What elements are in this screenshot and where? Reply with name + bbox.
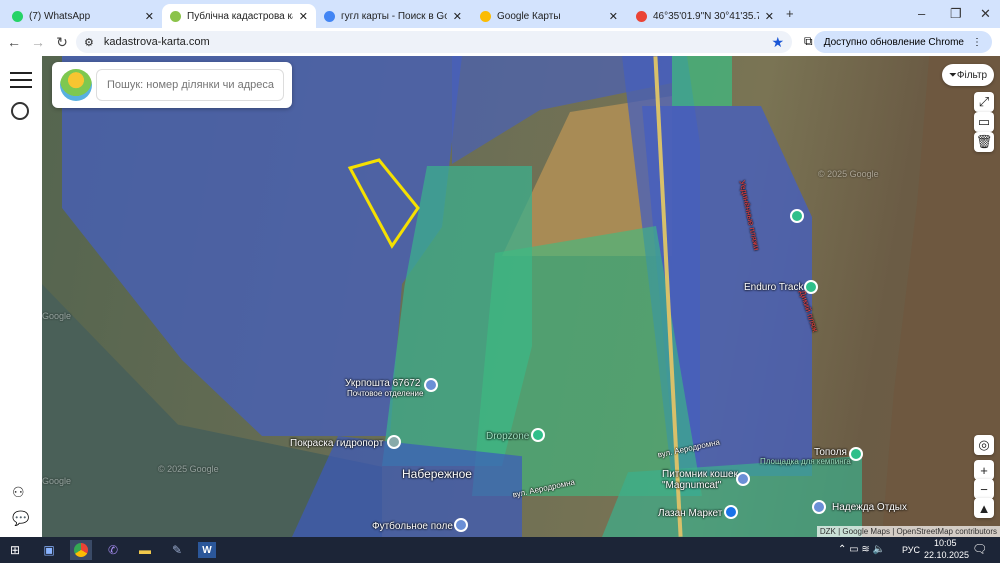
whatsapp-icon xyxy=(12,10,23,22)
map-label: Почтовое отделение xyxy=(347,389,424,398)
map-label: Dropzone xyxy=(486,431,530,442)
poi-pin[interactable] xyxy=(387,435,401,449)
close-tab-icon[interactable]: ✕ xyxy=(299,10,308,23)
tab-coordinates[interactable]: 46°35'01.9"N 30°41'35.7"E – Go✕ xyxy=(628,4,782,28)
new-tab-button[interactable]: + xyxy=(786,6,794,21)
search-panel xyxy=(52,62,292,108)
map-label: Площадка для кемпинга xyxy=(760,457,851,466)
feedback-icon[interactable]: 💬 xyxy=(12,510,29,527)
watermark: Google xyxy=(42,311,72,321)
tab-google-maps[interactable]: Google Карты ✕ xyxy=(472,4,626,28)
poi-pin[interactable] xyxy=(790,209,804,223)
notifications-icon[interactable]: 🗨 xyxy=(972,542,987,556)
google-icon xyxy=(324,10,335,22)
close-window-button[interactable]: ✕ xyxy=(980,6,991,22)
close-tab-icon[interactable]: ✕ xyxy=(609,10,618,23)
tab-kadastr[interactable]: Публічна кадастрова карта Ук✕ xyxy=(162,4,316,28)
forward-button[interactable]: → xyxy=(26,34,50,50)
reload-button[interactable]: ↻ xyxy=(50,34,74,51)
locate-icon[interactable]: ◎ xyxy=(974,435,994,455)
map-label: Покраска гидропорт xyxy=(290,438,384,449)
language-indicator[interactable]: РУС xyxy=(902,545,920,555)
chrome-update-button[interactable]: Доступно обновление Chrome ⋮ xyxy=(813,31,992,53)
filter-button[interactable]: ⏷ Фільтр xyxy=(942,64,994,86)
history-icon[interactable] xyxy=(11,102,29,120)
watermark: © 2025 Google xyxy=(158,464,219,474)
cadastral-map[interactable]: Укрпошта 67672 Почтовое отделение Покрас… xyxy=(42,56,1000,537)
maps-pin-icon xyxy=(636,10,647,22)
map-label: Enduro Track xyxy=(744,282,804,293)
watermark: © 2025 Google xyxy=(818,169,879,179)
word-icon[interactable]: W xyxy=(198,542,216,558)
close-tab-icon[interactable]: ✕ xyxy=(145,10,154,23)
map-label: Надежда Отдых xyxy=(832,502,907,513)
map-label: Лазан Маркет xyxy=(658,508,723,519)
left-toolbar: ⚇ 💬 xyxy=(0,56,42,537)
watermark: Google xyxy=(42,476,72,486)
filter-icon: ⏷ xyxy=(948,69,957,81)
poi-pin[interactable] xyxy=(454,518,468,532)
clock-date[interactable]: 22.10.2025 xyxy=(924,550,969,560)
menu-icon[interactable] xyxy=(10,72,32,88)
taskbar: ⊞ ▣ ✆ ▬ ✎ W ⌃ ▭ ≋ 🔈 РУС 10:05 22.10.2025… xyxy=(0,537,1000,563)
draw-polygon-icon[interactable]: ▭ xyxy=(974,112,994,132)
back-button[interactable]: ← xyxy=(2,34,26,50)
site-info-icon[interactable]: ⚙ xyxy=(84,36,94,49)
minimize-button[interactable]: – xyxy=(918,6,925,21)
poi-pin[interactable] xyxy=(812,500,826,514)
tab-bar: (7) WhatsApp✕ Публічна кадастрова карта … xyxy=(0,0,1000,28)
hierarchy-icon[interactable]: ⚇ xyxy=(12,484,25,501)
campground-pin[interactable] xyxy=(849,447,863,461)
attribution: DZK | Google Maps | OpenStreetMap contri… xyxy=(816,526,1000,537)
bookmark-star-icon[interactable]: ★ xyxy=(771,34,784,51)
map-label: Набережное xyxy=(402,467,472,481)
trash-icon[interactable]: 🗑 xyxy=(974,132,994,152)
app-icon[interactable]: ✎ xyxy=(166,540,188,560)
zoom-out-button[interactable]: − xyxy=(974,479,994,499)
more-menu-icon[interactable]: ⋮ xyxy=(972,37,982,48)
address-bar: ← → ↻ ⚙ kadastrova-karta.com ★ ⧉ Доступно … xyxy=(0,28,1000,56)
tab-whatsapp[interactable]: (7) WhatsApp ✕ xyxy=(4,4,162,28)
compass-icon[interactable]: ▲ xyxy=(974,498,994,518)
poi-pin[interactable] xyxy=(736,472,750,486)
tray-icons[interactable]: ⌃ ▭ ≋ 🔈 xyxy=(838,544,885,555)
clock-time[interactable]: 10:05 xyxy=(934,538,957,548)
map-label: Питомник кошек "Magnumcat" xyxy=(662,469,738,491)
url-field[interactable]: ⚙ kadastrova-karta.com ★ xyxy=(76,31,792,53)
measure-line-icon[interactable]: ⤢ xyxy=(974,92,994,112)
shop-pin[interactable] xyxy=(724,505,738,519)
poi-pin[interactable] xyxy=(531,428,545,442)
viber-icon[interactable]: ✆ xyxy=(102,540,124,560)
file-explorer-icon[interactable]: ▬ xyxy=(134,540,156,560)
tab-search-icon[interactable]: ⧉ xyxy=(804,34,813,49)
map-label: Футбольное поле xyxy=(372,521,453,532)
close-tab-icon[interactable]: ✕ xyxy=(453,10,462,23)
windows-start-icon[interactable]: ⊞ xyxy=(4,540,26,560)
tab-google-search[interactable]: гугл карты - Поиск в Google✕ xyxy=(316,4,470,28)
close-tab-icon[interactable]: ✕ xyxy=(765,10,774,23)
site-logo xyxy=(60,69,92,101)
task-view-icon[interactable]: ▣ xyxy=(38,540,60,560)
chrome-icon[interactable] xyxy=(70,540,92,560)
zoom-in-button[interactable]: + xyxy=(974,460,994,480)
kadastr-icon xyxy=(170,10,181,22)
poi-pin[interactable] xyxy=(424,378,438,392)
maps-pin-icon xyxy=(480,10,491,22)
search-input[interactable] xyxy=(96,69,284,101)
map-label: Укрпошта 67672 xyxy=(345,378,421,389)
restore-button[interactable]: ❐ xyxy=(950,6,962,22)
